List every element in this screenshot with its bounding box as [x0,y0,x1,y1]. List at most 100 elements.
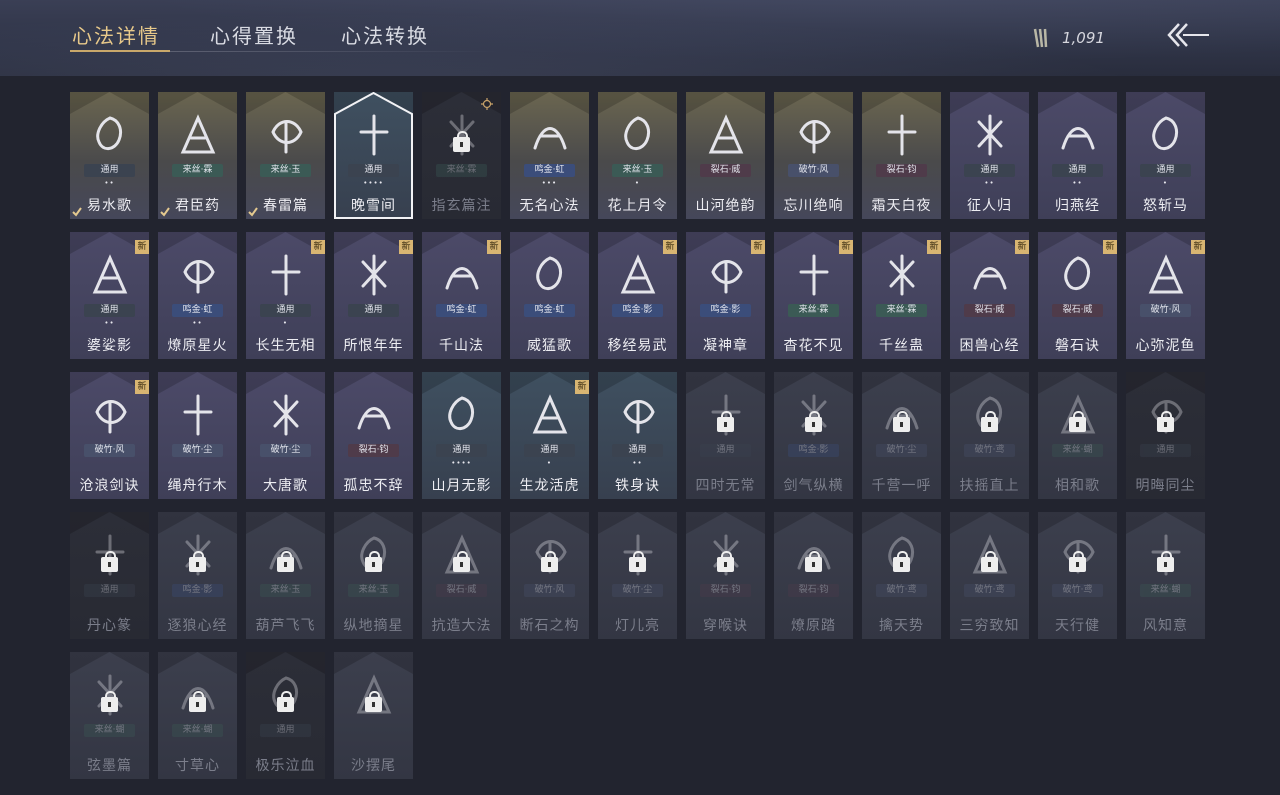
skill-card[interactable]: 破竹·风 心弥泥鱼 新 [1126,232,1205,359]
skill-card[interactable]: 鸣金·虹 威猛歌 [510,232,589,359]
skill-card[interactable]: 来丝·玉 纵地摘星 [334,512,413,639]
skill-card[interactable]: 通用 •• 易水歌 [70,92,149,219]
skill-card[interactable]: 裂石·威 山河绝韵 [686,92,765,219]
skill-name: 铁身诀 [615,478,660,494]
skill-card[interactable]: 来丝·玉 • 花上月令 [598,92,677,219]
skill-card[interactable]: 来丝·霖 君臣药 [158,92,237,219]
skill-card[interactable]: 通用 •••• 山月无影 [422,372,501,499]
equipped-check-icon [160,207,170,217]
level-dots: • [282,319,289,327]
skill-name: 山河绝韵 [695,198,756,214]
skill-category-tag: 来丝·霖 [172,164,223,177]
skill-category-tag: 来丝·蝴 [1052,444,1103,457]
new-badge: 新 [135,380,149,394]
skill-emblem-icon [536,256,563,290]
skill-category-tag: 来丝·蝴 [1140,584,1191,597]
skill-card[interactable]: 来丝·霖 指玄篇注 [422,92,501,219]
lock-icon [453,551,470,572]
skill-card[interactable]: 裂石·钧 燎原踏 [774,512,853,639]
skill-card[interactable]: 破竹·尘 灯儿亮 [598,512,677,639]
skill-category-tag: 通用 [436,444,487,457]
lock-icon [893,411,910,432]
level-dots: •• [104,319,115,327]
skill-card[interactable]: 破竹·鸢 天行健 [1038,512,1117,639]
skill-card[interactable]: 鸣金·影 剑气纵横 [774,372,853,499]
skill-card[interactable]: 裂石·钧 孤忠不辞 [334,372,413,499]
skill-emblem-icon [183,394,213,436]
skill-card[interactable]: 裂石·威 抗造大法 [422,512,501,639]
skill-name: 无名心法 [519,198,580,214]
lock-icon [365,551,382,572]
skill-card[interactable]: 鸣金·虹 •• 燎原星火 [158,232,237,359]
lock-icon [629,551,646,572]
lock-icon [277,691,294,712]
skill-card[interactable]: 裂石·威 困兽心经 新 [950,232,1029,359]
skill-name: 花上月令 [607,198,668,214]
skill-card[interactable]: 通用 •• 征人归 [950,92,1029,219]
skill-card[interactable]: 来丝·蝴 风知意 [1126,512,1205,639]
skill-card[interactable]: 裂石·威 磐石诀 新 [1038,232,1117,359]
tab-exchange[interactable]: 心得置换 [210,20,298,49]
skill-card[interactable]: 通用 所恨年年 新 [334,232,413,359]
skill-category-tag: 鸣金·影 [612,304,663,317]
skill-name: 婆娑影 [87,338,132,354]
skill-card[interactable]: 沙摆尾 [334,652,413,779]
skill-category-tag: 来丝·玉 [348,584,399,597]
skill-card[interactable]: 通用 •• 归燕经 [1038,92,1117,219]
skill-card[interactable]: 来丝·蝴 相和歌 [1038,372,1117,499]
skill-card[interactable]: 通用 •••• 晚雪间 [334,92,413,219]
skill-card[interactable]: 破竹·尘 千营一呼 [862,372,941,499]
skill-card[interactable]: 通用 •• 婆娑影 新 [70,232,149,359]
new-badge: 新 [1015,240,1029,254]
skill-card[interactable]: 破竹·鸢 擒天势 [862,512,941,639]
skill-card[interactable]: 通用 四时无常 [686,372,765,499]
skill-card[interactable]: 来丝·玉 春雷篇 [246,92,325,219]
skill-card[interactable]: 破竹·尘 绳舟行木 [158,372,237,499]
back-arrow-icon[interactable] [1165,20,1211,50]
skill-category-tag: 通用 [1052,164,1103,177]
skill-card[interactable]: 鸣金·影 逐狼心经 [158,512,237,639]
lock-icon [981,551,998,572]
skill-card[interactable]: 破竹·风 沧浪剑诀 新 [70,372,149,499]
skill-card[interactable]: 鸣金·虹 千山法 新 [422,232,501,359]
skill-card[interactable]: 通用 • 长生无相 新 [246,232,325,359]
skill-name: 晚雪间 [351,198,396,214]
skill-card[interactable]: 通用 • 怒斩马 [1126,92,1205,219]
skill-card[interactable]: 鸣金·影 凝神章 新 [686,232,765,359]
skill-card[interactable]: 破竹·风 忘川绝响 [774,92,853,219]
skill-category-tag: 破竹·鸢 [964,444,1015,457]
skill-card[interactable]: 来丝·蝴 弦墨篇 [70,652,149,779]
skill-card[interactable]: 通用 明晦同尘 [1126,372,1205,499]
skill-card[interactable]: 破竹·鸢 三穷致知 [950,512,1029,639]
skill-card[interactable]: 来丝·霖 杳花不见 新 [774,232,853,359]
skill-name: 霜天白夜 [871,198,932,214]
skill-emblem-icon [357,407,391,430]
skill-category-tag: 通用 [1140,164,1191,177]
skill-card[interactable]: 鸣金·影 移经易武 新 [598,232,677,359]
lock-icon [1069,411,1086,432]
skill-card[interactable]: 裂石·钧 霜天白夜 [862,92,941,219]
skill-card[interactable]: 裂石·钧 穿喉诀 [686,512,765,639]
skill-card[interactable]: 通用 •• 铁身诀 [598,372,677,499]
skill-card[interactable]: 来丝·玉 葫芦飞飞 [246,512,325,639]
skill-card[interactable]: 通用 丹心篆 [70,512,149,639]
skill-category-tag: 通用 [260,724,311,737]
tab-convert[interactable]: 心法转换 [341,20,429,49]
skill-card[interactable]: 破竹·风 断石之构 [510,512,589,639]
skill-card[interactable]: 来丝·霖 千丝蛊 新 [862,232,941,359]
skill-card[interactable]: 通用 极乐泣血 [246,652,325,779]
skill-card[interactable]: 鸣金·虹 ••• 无名心法 [510,92,589,219]
level-dots: •• [104,179,115,187]
skill-card[interactable]: 破竹·鸢 扶摇直上 [950,372,1029,499]
skill-card[interactable]: 破竹·尘 大唐歌 [246,372,325,499]
new-badge: 新 [663,240,677,254]
skill-emblem-icon [183,260,215,294]
new-badge: 新 [135,240,149,254]
tab-details[interactable]: 心法详情 [72,20,160,49]
active-tab-indicator [70,50,170,52]
skill-card[interactable]: 来丝·蝴 寸草心 [158,652,237,779]
skill-category-tag: 通用 [84,164,135,177]
skill-name: 所恨年年 [343,338,404,354]
new-badge: 新 [399,240,413,254]
skill-card[interactable]: 通用 • 生龙活虎 新 [510,372,589,499]
